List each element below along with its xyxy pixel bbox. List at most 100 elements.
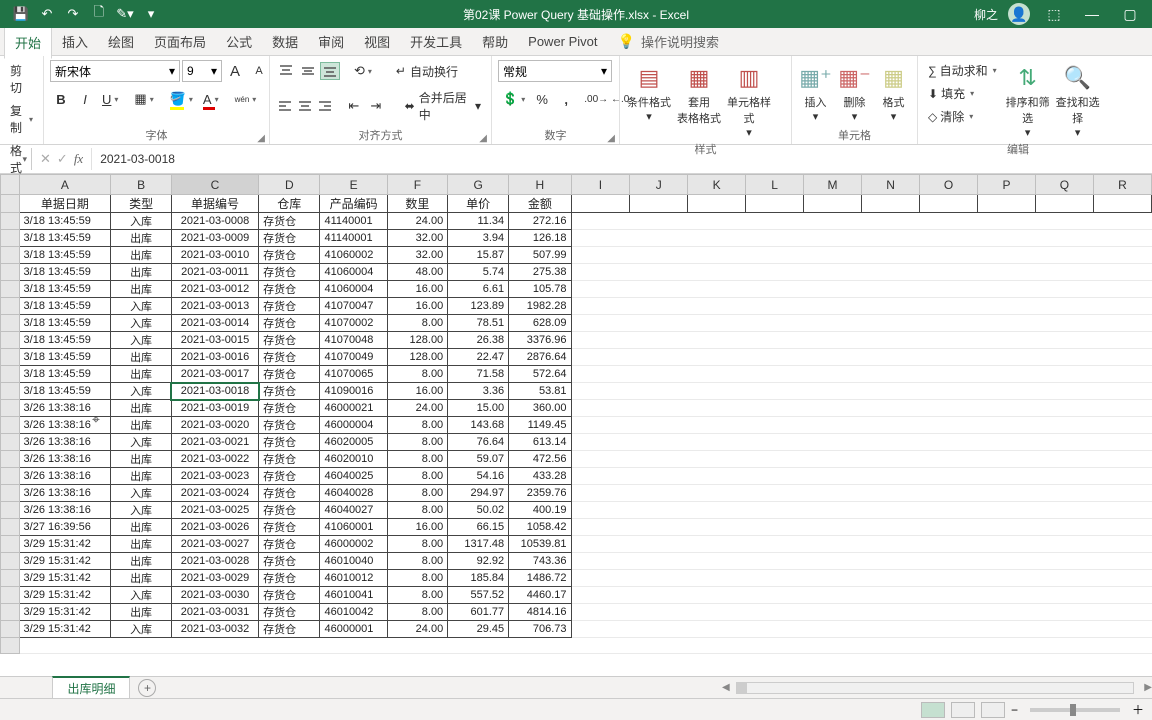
cell[interactable]: 3/18 13:45:59 — [19, 315, 111, 332]
ribbon-tab-7[interactable]: 视图 — [354, 26, 400, 57]
cell[interactable] — [630, 468, 688, 485]
cell[interactable]: 743.36 — [509, 553, 571, 570]
cell[interactable] — [746, 519, 804, 536]
sort-filter-button[interactable]: ⇅排序和筛选▾ — [1005, 60, 1051, 139]
cell[interactable] — [920, 247, 978, 264]
header-cell[interactable] — [862, 195, 920, 213]
cell[interactable] — [630, 247, 688, 264]
col-header-K[interactable]: K — [688, 175, 746, 195]
cell[interactable]: 54.16 — [448, 468, 509, 485]
cell[interactable] — [1093, 400, 1151, 417]
cell[interactable] — [804, 502, 862, 519]
cell[interactable] — [862, 298, 920, 315]
cell[interactable]: 78.51 — [448, 315, 509, 332]
cell[interactable] — [1035, 570, 1093, 587]
cell[interactable]: 41060004 — [320, 264, 387, 281]
cell[interactable] — [746, 604, 804, 621]
header-cell[interactable] — [1035, 195, 1093, 213]
cell[interactable]: 4460.17 — [509, 587, 571, 604]
cell[interactable] — [978, 298, 1036, 315]
cell[interactable] — [1035, 519, 1093, 536]
col-header-N[interactable]: N — [862, 175, 920, 195]
cell[interactable] — [978, 349, 1036, 366]
cell[interactable]: 41060004 — [320, 281, 387, 298]
cell[interactable] — [746, 281, 804, 298]
cell[interactable] — [862, 281, 920, 298]
cell[interactable] — [630, 349, 688, 366]
cell[interactable] — [688, 213, 746, 230]
cell[interactable]: 41070047 — [320, 298, 387, 315]
cell[interactable]: 41140001 — [320, 213, 387, 230]
col-header-D[interactable]: D — [259, 175, 320, 195]
cell[interactable]: 46020010 — [320, 451, 387, 468]
cell[interactable] — [978, 264, 1036, 281]
cell[interactable] — [1035, 315, 1093, 332]
cell[interactable]: 3/26 13:38:16 — [19, 485, 111, 502]
cell[interactable] — [111, 638, 172, 654]
col-header-Q[interactable]: Q — [1035, 175, 1093, 195]
cell[interactable] — [571, 502, 630, 519]
cell[interactable]: 41090016 — [320, 383, 387, 400]
cell[interactable]: 71.58 — [448, 366, 509, 383]
cell[interactable] — [746, 264, 804, 281]
cell[interactable] — [1035, 621, 1093, 638]
cell[interactable] — [862, 315, 920, 332]
cell[interactable] — [630, 519, 688, 536]
cell[interactable] — [920, 451, 978, 468]
cell[interactable]: 1982.28 — [509, 298, 571, 315]
cell[interactable]: 46020005 — [320, 434, 387, 451]
cell[interactable]: 3/18 13:45:59 — [19, 383, 111, 400]
cell[interactable] — [978, 451, 1036, 468]
cell[interactable]: 1486.72 — [509, 570, 571, 587]
cell[interactable] — [571, 587, 630, 604]
align-bottom-icon[interactable] — [320, 62, 340, 80]
cell[interactable] — [571, 468, 630, 485]
row-header[interactable] — [1, 638, 20, 654]
cell[interactable]: 628.09 — [509, 315, 571, 332]
copy-button[interactable]: 复制▾ — [6, 100, 37, 138]
cell[interactable] — [862, 638, 920, 654]
align-top-icon[interactable] — [276, 62, 296, 80]
cell[interactable] — [1093, 519, 1151, 536]
zoom-in-button[interactable]: ＋ — [1132, 701, 1144, 718]
cell[interactable] — [862, 553, 920, 570]
cell[interactable]: 2876.64 — [509, 349, 571, 366]
cell[interactable]: 存货仓 — [259, 485, 320, 502]
header-cell[interactable] — [978, 195, 1036, 213]
cell[interactable] — [746, 332, 804, 349]
cell[interactable]: 3/18 13:45:59 — [19, 247, 111, 264]
cell[interactable] — [688, 485, 746, 502]
cell[interactable] — [920, 366, 978, 383]
cell[interactable]: 32.00 — [387, 247, 448, 264]
clear-button[interactable]: ◇ 清除▾ — [924, 106, 1001, 127]
header-cell[interactable]: 数里 — [387, 195, 448, 213]
cell[interactable]: 507.99 — [509, 247, 571, 264]
cell[interactable]: 2359.76 — [509, 485, 571, 502]
cell[interactable] — [804, 485, 862, 502]
cell[interactable] — [688, 366, 746, 383]
cell[interactable] — [978, 383, 1036, 400]
cell[interactable]: 8.00 — [387, 315, 448, 332]
cell[interactable] — [571, 553, 630, 570]
header-cell[interactable]: 仓库 — [259, 195, 320, 213]
cell[interactable] — [571, 570, 630, 587]
cell[interactable]: 601.77 — [448, 604, 509, 621]
font-name-combo[interactable]: 新宋体▾ — [50, 60, 180, 82]
cell[interactable] — [1035, 417, 1093, 434]
cell[interactable] — [804, 230, 862, 247]
cell[interactable]: 3/18 13:45:59 — [19, 298, 111, 315]
cell[interactable] — [1035, 213, 1093, 230]
cell[interactable]: 46000001 — [320, 621, 387, 638]
cell[interactable] — [920, 485, 978, 502]
cell[interactable] — [920, 213, 978, 230]
cell[interactable] — [920, 570, 978, 587]
new-file-icon[interactable]: 🗋 — [90, 5, 108, 23]
row-header[interactable] — [1, 417, 20, 434]
cell[interactable]: 6.61 — [448, 281, 509, 298]
cell[interactable] — [1035, 553, 1093, 570]
cell[interactable] — [630, 621, 688, 638]
cell[interactable] — [571, 264, 630, 281]
cell[interactable] — [688, 383, 746, 400]
cell[interactable]: 1149.45 — [509, 417, 571, 434]
cell[interactable] — [630, 587, 688, 604]
